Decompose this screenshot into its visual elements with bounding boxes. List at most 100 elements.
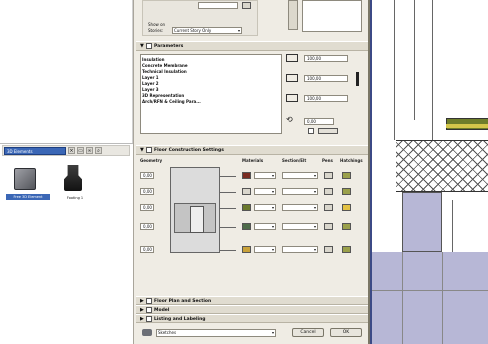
wall-outline (452, 200, 488, 252)
material-swatch[interactable] (242, 223, 251, 230)
wall-line (394, 0, 395, 140)
chain-icon[interactable] (356, 72, 359, 86)
layer-dropdown[interactable]: Sketches (156, 329, 276, 337)
value-field[interactable] (198, 2, 238, 9)
left-window-canvas (0, 0, 133, 143)
cancel-button[interactable]: Cancel (292, 328, 324, 337)
dim-field[interactable]: 0,00 (140, 223, 154, 230)
hatching-swatch[interactable] (342, 223, 351, 230)
hatching-swatch[interactable] (342, 188, 351, 195)
stories-label: Stories: (148, 28, 164, 33)
angle-field[interactable]: 0,00 (304, 118, 334, 125)
drawing-view[interactable] (370, 0, 488, 344)
options-button[interactable] (318, 128, 338, 134)
grid-line (442, 252, 443, 344)
settings-dialog: Show on Stories: Current Story Only ▼ Pa… (133, 0, 370, 344)
pen-swatch[interactable] (242, 2, 251, 9)
width-icon (286, 54, 298, 62)
section-header: Section/Elt (282, 158, 307, 163)
geometry-label: Geometry (140, 158, 163, 163)
floor-plan-section-header[interactable]: ▶ Floor Plan and Section (136, 296, 368, 305)
free-3d-element-icon[interactable] (14, 168, 36, 190)
length-field[interactable]: 100,00 (304, 75, 348, 82)
pen-swatch[interactable] (324, 172, 333, 179)
membrane-layer (446, 124, 488, 128)
height-icon (286, 94, 298, 102)
chevron-down-icon: ▼ (140, 43, 144, 49)
section-dropdown[interactable] (282, 246, 318, 253)
zoom-icon[interactable]: ⌕ (95, 147, 102, 154)
floor-plan-icon (146, 298, 152, 304)
materials-header: Materials (242, 158, 264, 163)
chevron-right-icon: ▶ (140, 316, 144, 322)
show-on-label: Show on (148, 22, 166, 27)
chevron-down-icon: ▼ (140, 147, 144, 153)
model-icon (146, 307, 152, 313)
wall-line (432, 0, 433, 140)
dimension-line (220, 250, 236, 251)
floor-construction-icon (146, 147, 152, 153)
dim-field[interactable]: 0,00 (140, 246, 154, 253)
section-dropdown[interactable] (282, 204, 318, 211)
close-icon[interactable]: × (68, 147, 75, 154)
hatching-swatch[interactable] (342, 246, 351, 253)
material-swatch[interactable] (242, 204, 251, 211)
material-swatch[interactable] (242, 246, 251, 253)
pen-swatch[interactable] (324, 188, 333, 195)
parameter-item[interactable]: Arch/RFN & Ceiling Para... (142, 99, 272, 105)
dim-field[interactable]: 0,00 (140, 172, 154, 179)
dim-field[interactable]: 0,00 (140, 188, 154, 195)
material-dropdown[interactable] (254, 246, 276, 253)
section-dropdown[interactable] (282, 223, 318, 230)
section-dropdown[interactable] (282, 172, 318, 179)
parameter-items: Insulation Concrete Membrane Technical I… (142, 57, 272, 105)
library-item-label[interactable]: Free 3D Element (6, 194, 50, 200)
material-dropdown[interactable] (254, 172, 276, 179)
hatchings-header: Hatchings (340, 158, 363, 163)
angle-icon: ⟲ (286, 115, 293, 124)
folder-icon[interactable]: ▭ (77, 147, 84, 154)
dimension-line (220, 227, 236, 228)
pen-swatch[interactable] (324, 204, 333, 211)
section-dropdown[interactable] (282, 188, 318, 195)
parameters-header[interactable]: ▼ Parameters (136, 41, 368, 51)
dim-field[interactable]: 0,00 (140, 204, 154, 211)
ok-button[interactable]: OK (330, 328, 362, 337)
material-swatch[interactable] (242, 188, 251, 195)
hatching-swatch[interactable] (342, 204, 351, 211)
ground-fill (372, 252, 488, 344)
dimension-line (220, 208, 236, 209)
height-field[interactable]: 100,00 (304, 95, 348, 102)
material-dropdown[interactable] (254, 204, 276, 211)
dimension-line (220, 176, 236, 177)
material-dropdown[interactable] (254, 188, 276, 195)
pen-swatch[interactable] (324, 246, 333, 253)
grid-line (372, 290, 488, 291)
pens-header: Pens (322, 158, 333, 163)
side-toolbar (288, 0, 298, 30)
library-folder-select[interactable]: 3D Elements (4, 146, 66, 155)
layer-icon (142, 329, 152, 336)
mirror-checkbox[interactable] (308, 128, 314, 134)
grid-line (402, 252, 403, 344)
model-section-header[interactable]: ▶ Model (136, 305, 368, 314)
length-icon (286, 74, 298, 82)
stories-dropdown[interactable]: Current Story Only (172, 27, 242, 34)
link-icon[interactable]: ∞ (86, 147, 93, 154)
pen-swatch[interactable] (324, 223, 333, 230)
concrete-slab (396, 140, 488, 192)
footing-plan-fill (402, 192, 442, 252)
material-dropdown[interactable] (254, 223, 276, 230)
preview-box (302, 0, 362, 32)
material-swatch[interactable] (242, 172, 251, 179)
dimension-line (220, 192, 236, 193)
hatching-swatch[interactable] (342, 172, 351, 179)
width-field[interactable]: 100,00 (304, 55, 348, 62)
floor-construction-header[interactable]: ▼ Floor Construction Settings (136, 145, 368, 155)
wall-line (414, 0, 415, 120)
geometry-footing (190, 206, 204, 233)
listing-section-header[interactable]: ▶ Listing and Labeling (136, 314, 368, 323)
library-item-label[interactable]: Footing 1 (58, 195, 92, 201)
listing-icon (146, 316, 152, 322)
parameters-icon (146, 43, 152, 49)
